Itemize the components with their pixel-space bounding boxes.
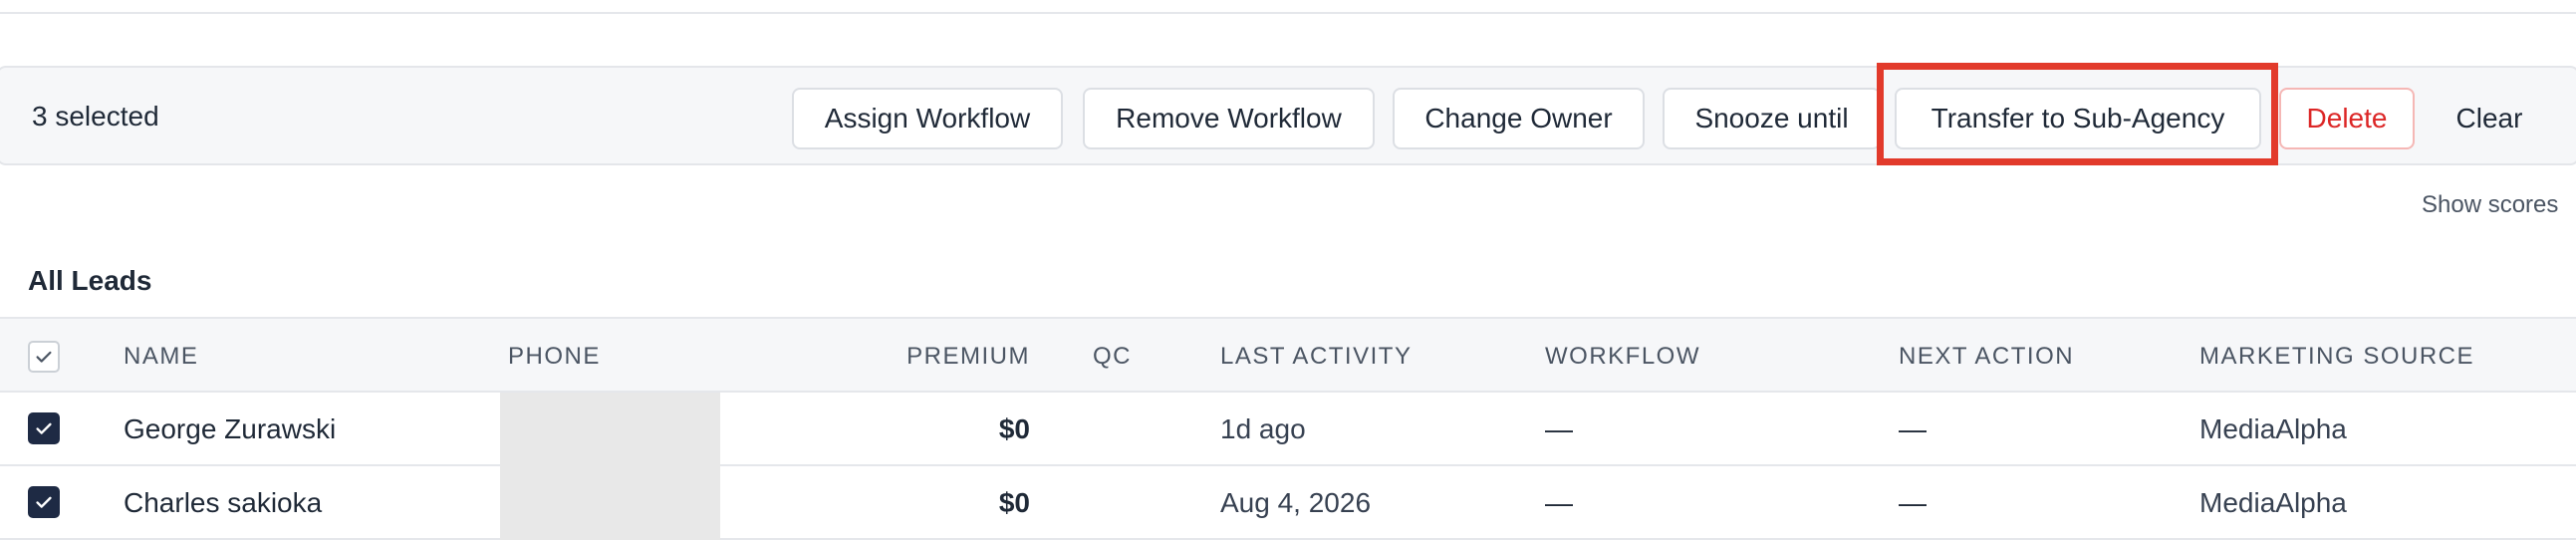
lead-workflow: — <box>1545 413 1573 444</box>
column-header-next-action[interactable]: Next Action <box>1899 343 2074 371</box>
lead-premium: $0 <box>998 487 1030 518</box>
change-owner-button[interactable]: Change Owner <box>1393 88 1645 149</box>
row-checkbox[interactable] <box>28 412 60 444</box>
top-divider <box>0 12 2576 14</box>
column-header-last-activity[interactable]: Last Activity <box>1220 343 1412 371</box>
row-checkbox[interactable] <box>28 486 60 518</box>
table-row[interactable]: Charles sakioka $0 Aug 4, 2026 — — Media… <box>0 466 2576 540</box>
column-header-phone[interactable]: Phone <box>508 343 601 371</box>
lead-name[interactable]: George Zurawski <box>124 413 336 445</box>
column-header-marketing-source[interactable]: Marketing Source <box>2199 343 2474 371</box>
lead-name[interactable]: Charles sakioka <box>124 487 322 519</box>
phone-cell-redacted <box>500 466 720 540</box>
column-header-qc[interactable]: QC <box>1093 343 1132 371</box>
leads-page: 3 selected Assign Workflow Remove Workfl… <box>0 0 2576 540</box>
lead-last-activity: Aug 4, 2026 <box>1220 487 1372 518</box>
remove-workflow-button[interactable]: Remove Workflow <box>1083 88 1375 149</box>
column-header-premium[interactable]: Premium <box>865 343 1030 371</box>
bulk-action-bar: 3 selected Assign Workflow Remove Workfl… <box>0 66 2576 165</box>
selected-count: 3 selected <box>32 101 159 132</box>
transfer-to-sub-agency-button[interactable]: Transfer to Sub-Agency <box>1895 88 2261 149</box>
section-title: All Leads <box>28 265 152 296</box>
clear-selection-button[interactable]: Clear <box>2429 88 2550 149</box>
lead-marketing-source: MediaAlpha <box>2199 413 2347 444</box>
assign-workflow-button[interactable]: Assign Workflow <box>792 88 1063 149</box>
check-icon <box>36 422 52 434</box>
lead-last-activity: 1d ago <box>1220 413 1306 444</box>
lead-marketing-source: MediaAlpha <box>2199 487 2347 518</box>
check-icon <box>36 351 52 363</box>
column-header-name[interactable]: Name <box>124 343 198 371</box>
delete-button[interactable]: Delete <box>2279 88 2415 149</box>
select-all-checkbox[interactable] <box>28 341 60 373</box>
column-header-workflow[interactable]: Workflow <box>1545 343 1700 371</box>
phone-cell-redacted <box>500 393 720 466</box>
table-row[interactable]: George Zurawski $0 1d ago — — MediaAlpha <box>0 393 2576 466</box>
lead-next-action: — <box>1899 413 1927 444</box>
check-icon <box>36 496 52 508</box>
lead-next-action: — <box>1899 487 1927 518</box>
snooze-until-button[interactable]: Snooze until <box>1663 88 1881 149</box>
show-scores-toggle[interactable]: Show scores <box>2422 191 2558 219</box>
lead-premium: $0 <box>998 413 1030 444</box>
table-header: Name Phone Premium QC Last Activity Work… <box>0 317 2576 393</box>
lead-workflow: — <box>1545 487 1573 518</box>
